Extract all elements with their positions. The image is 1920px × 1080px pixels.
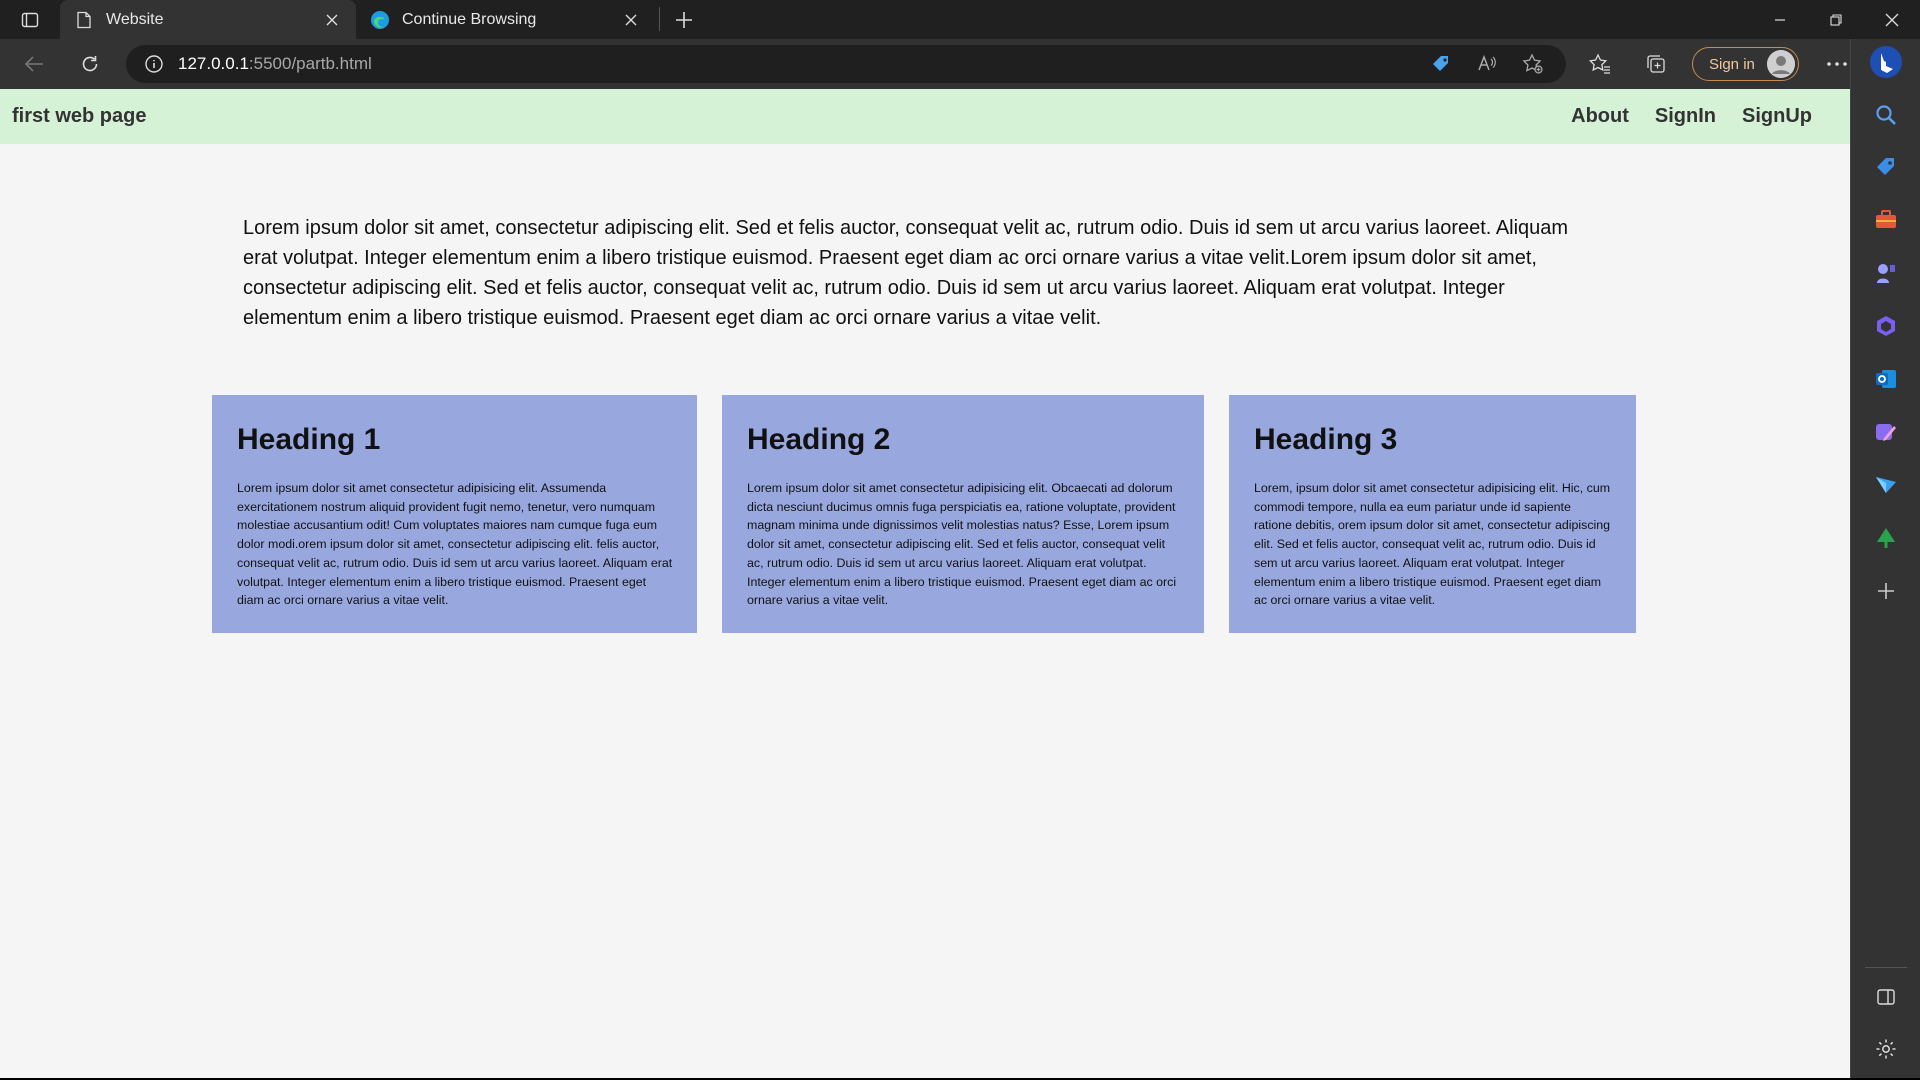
nav-link-about[interactable]: About bbox=[1571, 105, 1629, 128]
close-tab-icon[interactable] bbox=[322, 10, 342, 30]
tab-continue-browsing[interactable]: Continue Browsing bbox=[356, 0, 655, 39]
browser-window: Website Continue Browsing 127.0.0.1:550… bbox=[0, 0, 1920, 1078]
address-bar[interactable]: 127.0.0.1:5500/partb.html bbox=[126, 45, 1566, 83]
browser-toolbar: 127.0.0.1:5500/partb.html Sign in bbox=[0, 39, 1920, 89]
card-heading: Heading 3 bbox=[1254, 423, 1398, 456]
card-3: Heading 3 Lorem, ipsum dolor sit amet co… bbox=[1229, 395, 1636, 633]
navbar: first web page About SignIn SignUp bbox=[0, 89, 1850, 144]
minimize-icon bbox=[1775, 18, 1785, 21]
reload-button[interactable] bbox=[68, 44, 112, 84]
search-icon[interactable] bbox=[1871, 100, 1901, 130]
close-icon bbox=[1885, 13, 1899, 26]
close-tab-icon[interactable] bbox=[621, 10, 641, 30]
sign-in-button[interactable]: Sign in bbox=[1692, 47, 1799, 81]
tab-strip: Website Continue Browsing bbox=[0, 0, 1920, 39]
address-bar-actions bbox=[1426, 45, 1548, 83]
tab-title: Website bbox=[106, 10, 164, 28]
brand-title[interactable]: first web page bbox=[12, 89, 146, 144]
nav-link-signup[interactable]: SignUp bbox=[1742, 105, 1812, 128]
reload-icon bbox=[82, 56, 98, 72]
tab-separator bbox=[659, 7, 660, 31]
sign-in-label: Sign in bbox=[1709, 55, 1755, 73]
shopping-icon[interactable] bbox=[1871, 152, 1901, 182]
settings-gear-icon[interactable] bbox=[1871, 1034, 1901, 1064]
url-host: 127.0.0.1 bbox=[178, 54, 249, 73]
plus-icon bbox=[676, 11, 692, 28]
shopping-tag-icon[interactable] bbox=[1426, 49, 1456, 79]
restore-button[interactable] bbox=[1808, 0, 1864, 39]
page-icon bbox=[74, 10, 94, 30]
card-heading: Heading 2 bbox=[747, 423, 891, 456]
close-window-button[interactable] bbox=[1864, 0, 1920, 39]
card-2: Heading 2 Lorem ipsum dolor sit amet con… bbox=[722, 395, 1204, 633]
outlook-icon[interactable] bbox=[1871, 364, 1901, 394]
back-button[interactable] bbox=[12, 44, 56, 84]
avatar bbox=[1767, 50, 1795, 78]
edge-sidebar bbox=[1850, 39, 1920, 1078]
tab-actions-button[interactable] bbox=[0, 0, 60, 39]
page-viewport: first web page About SignIn SignUp Lorem… bbox=[0, 89, 1850, 1078]
add-sidebar-item-icon[interactable] bbox=[1871, 576, 1901, 606]
back-arrow-icon bbox=[24, 56, 43, 72]
tab-actions-icon bbox=[21, 12, 39, 27]
games-icon[interactable] bbox=[1871, 258, 1901, 288]
designer-icon[interactable] bbox=[1871, 417, 1901, 447]
edge-logo-icon bbox=[370, 10, 390, 30]
restore-icon bbox=[1830, 13, 1842, 26]
nav-link-signin[interactable]: SignIn bbox=[1655, 105, 1716, 128]
tab-title: Continue Browsing bbox=[402, 10, 537, 28]
nav-links: About SignIn SignUp bbox=[1571, 89, 1812, 144]
bing-copilot-icon[interactable] bbox=[1869, 45, 1903, 79]
card-1: Heading 1 Lorem ipsum dolor sit amet con… bbox=[212, 395, 697, 633]
tools-icon[interactable] bbox=[1871, 205, 1901, 235]
tree-icon[interactable] bbox=[1871, 523, 1901, 553]
collections-icon[interactable] bbox=[1636, 44, 1676, 84]
sidebar-divider bbox=[1865, 967, 1907, 968]
profile-icon bbox=[1767, 50, 1795, 78]
new-tab-button[interactable] bbox=[664, 0, 704, 39]
card-heading: Heading 1 bbox=[237, 423, 381, 456]
minimize-button[interactable] bbox=[1752, 0, 1808, 39]
hide-sidebar-icon[interactable] bbox=[1871, 982, 1901, 1012]
toolbar-right: Sign in bbox=[1580, 39, 1873, 89]
send-icon[interactable] bbox=[1871, 470, 1901, 500]
favorites-icon[interactable] bbox=[1580, 44, 1620, 84]
site-info-icon[interactable] bbox=[144, 54, 164, 74]
window-controls bbox=[1752, 0, 1920, 39]
card-text: Lorem ipsum dolor sit amet consectetur a… bbox=[237, 481, 673, 608]
microsoft-365-icon[interactable] bbox=[1871, 311, 1901, 341]
url-path: :5500/partb.html bbox=[248, 54, 372, 73]
add-favorite-icon[interactable] bbox=[1518, 49, 1548, 79]
intro-paragraph: Lorem ipsum dolor sit amet, consectetur … bbox=[243, 217, 1569, 329]
tab-website[interactable]: Website bbox=[60, 0, 356, 39]
card-text: Lorem ipsum dolor sit amet consectetur a… bbox=[747, 481, 1177, 608]
card-text: Lorem, ipsum dolor sit amet consectetur … bbox=[1254, 481, 1611, 608]
read-aloud-icon[interactable] bbox=[1472, 49, 1502, 79]
